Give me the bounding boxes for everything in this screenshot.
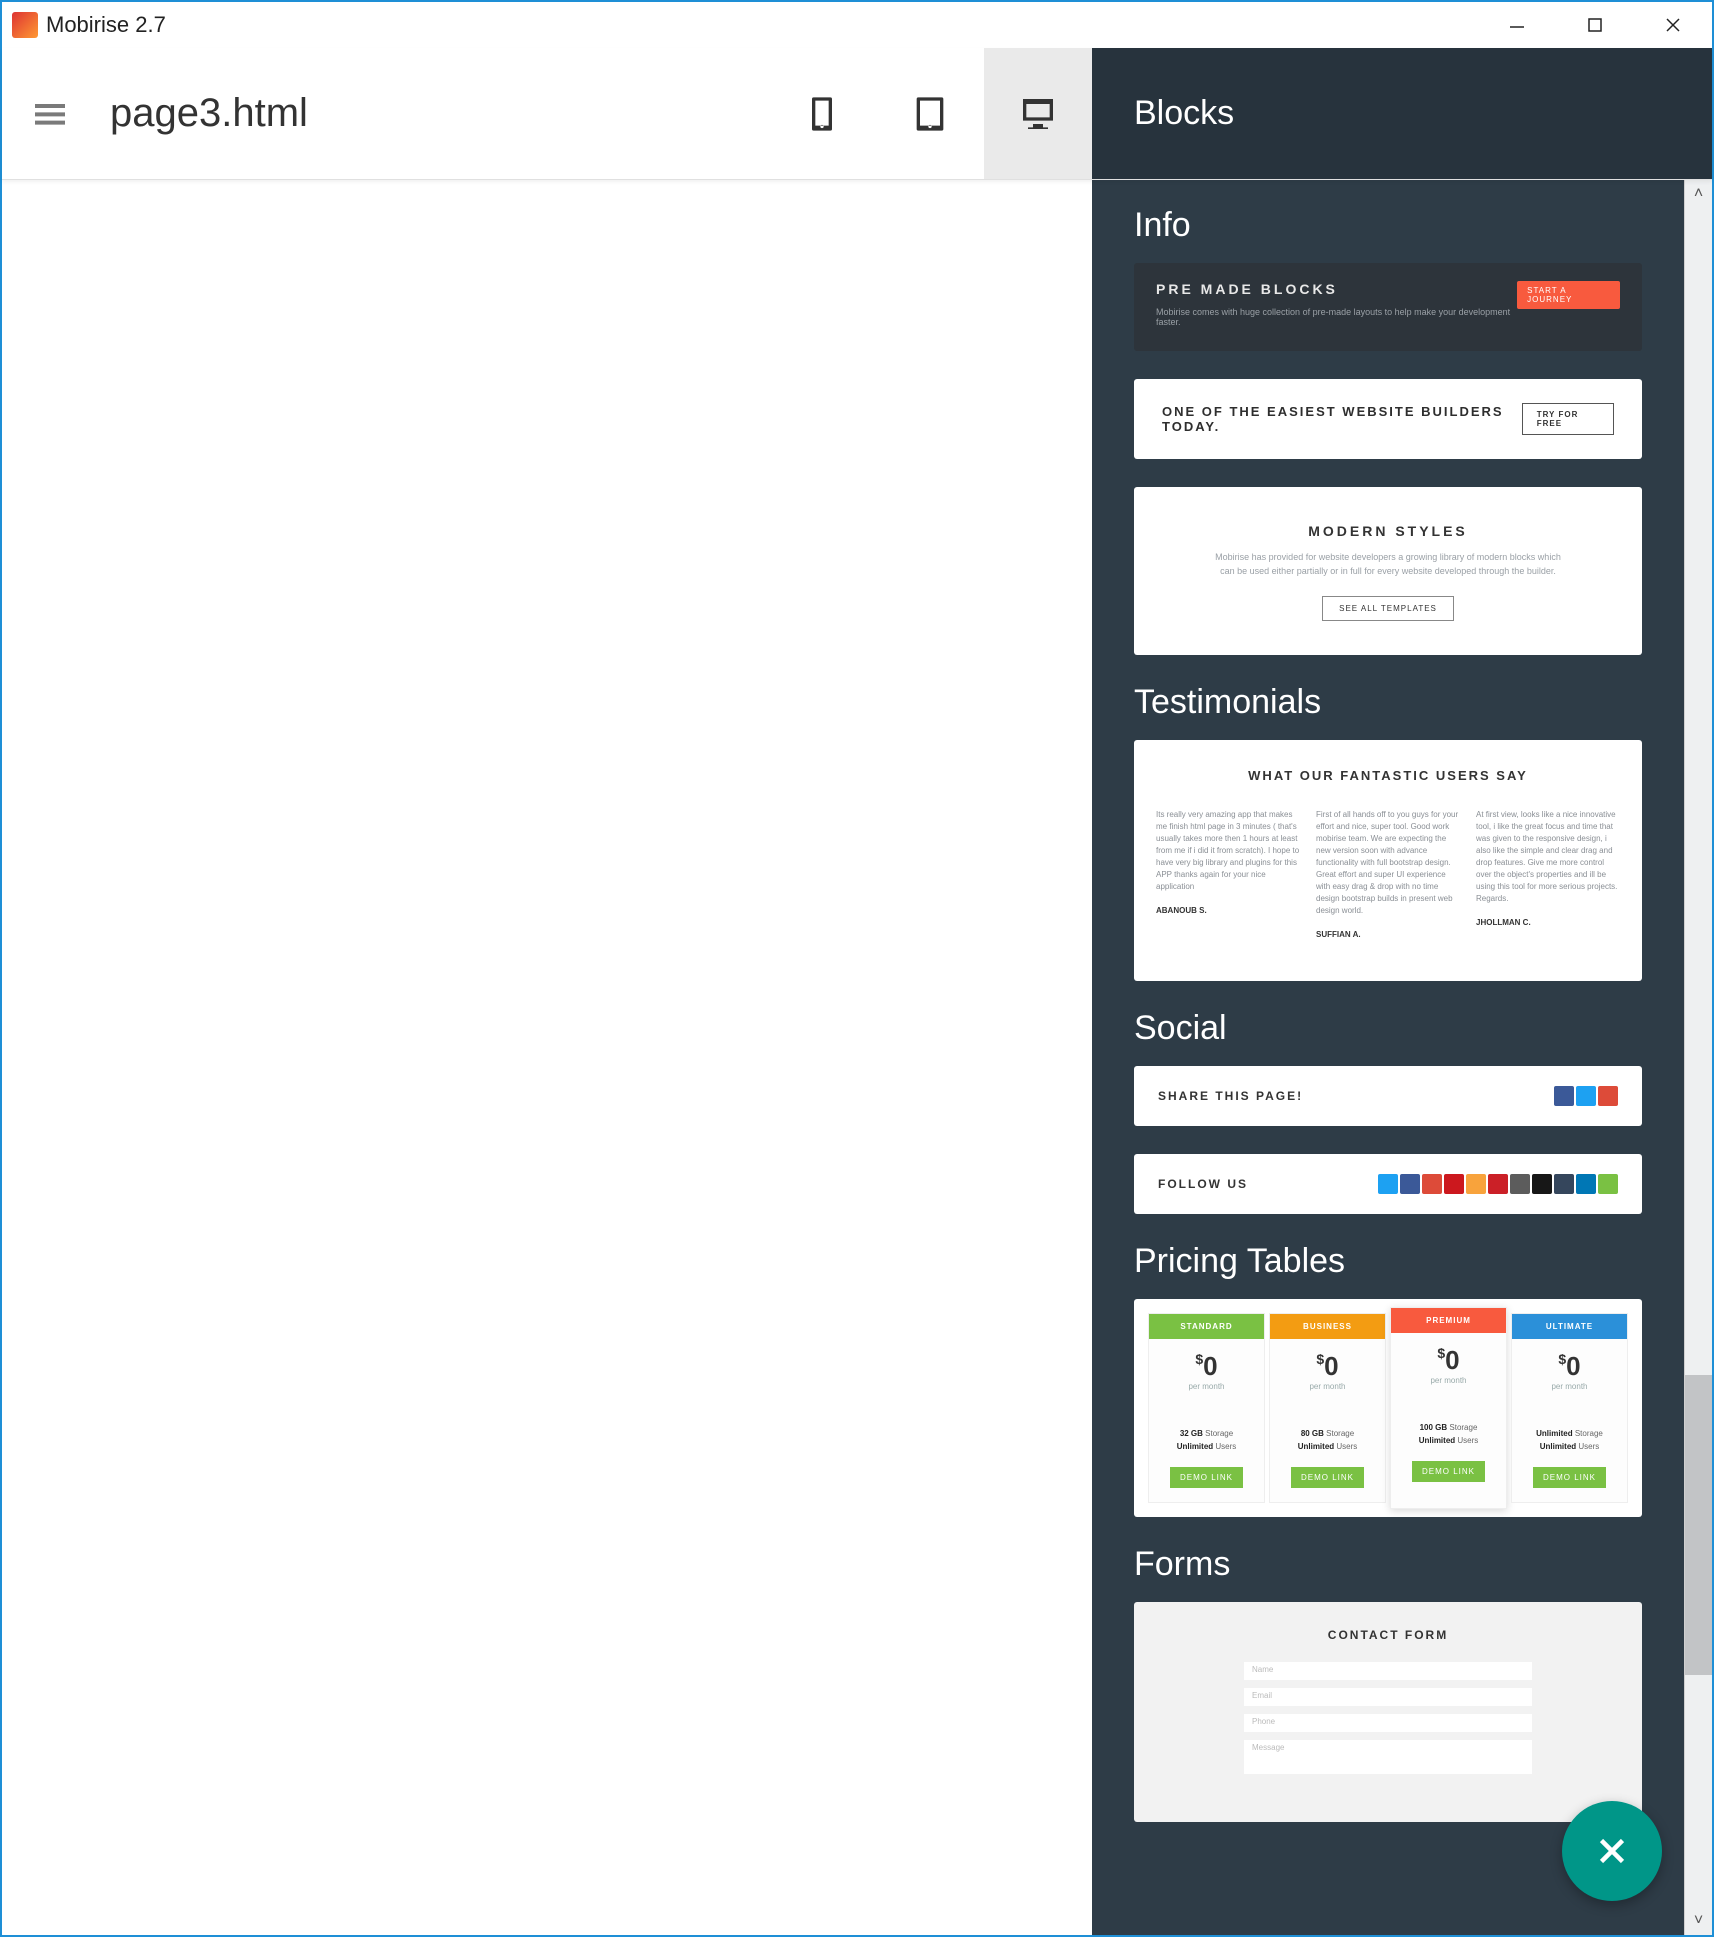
app-icon	[12, 12, 38, 38]
testimonial-2: First of all hands off to you guys for y…	[1316, 809, 1460, 941]
pricing-plan: ULTIMATE$0per monthUnlimited StorageUnli…	[1511, 1313, 1628, 1503]
main-area: Info PRE MADE BLOCKS Mobirise comes with…	[2, 180, 1712, 1935]
section-title-forms: Forms	[1134, 1545, 1642, 1584]
block-info-1[interactable]: PRE MADE BLOCKS Mobirise comes with huge…	[1134, 263, 1642, 351]
page-name[interactable]: page3.html	[110, 91, 308, 136]
plan-name: BUSINESS	[1270, 1314, 1385, 1339]
social-icon	[1400, 1174, 1420, 1194]
social-icon	[1576, 1086, 1596, 1106]
block-info-3[interactable]: MODERN STYLES Mobirise has provided for …	[1134, 487, 1642, 655]
scrollbar-up-icon[interactable]: ˄	[1685, 180, 1712, 208]
blocks-scroll-wrap: Info PRE MADE BLOCKS Mobirise comes with…	[1092, 180, 1712, 1935]
testimonial-3: At first view, looks like a nice innovat…	[1476, 809, 1620, 941]
pricing-plan: STANDARD$0per month32 GB StorageUnlimite…	[1148, 1313, 1265, 1503]
window-title: Mobirise 2.7	[46, 12, 166, 38]
social-icon	[1488, 1174, 1508, 1194]
block-contact-form[interactable]: CONTACT FORM	[1134, 1602, 1642, 1822]
form-field	[1244, 1740, 1532, 1774]
info3-button: SEE ALL TEMPLATES	[1322, 596, 1454, 621]
info1-button: START A JOURNEY	[1517, 281, 1620, 309]
info1-subtext: Mobirise comes with huge collection of p…	[1156, 307, 1517, 327]
share-label: SHARE THIS PAGE!	[1158, 1089, 1303, 1103]
plan-button: DEMO LINK	[1412, 1461, 1485, 1482]
social-icon	[1598, 1174, 1618, 1194]
close-icon	[1594, 1833, 1630, 1869]
share-icons	[1554, 1086, 1618, 1106]
social-icon	[1576, 1174, 1596, 1194]
plan-price: $0	[1195, 1351, 1217, 1382]
window-maximize-button[interactable]	[1556, 2, 1634, 48]
social-icon	[1554, 1086, 1574, 1106]
device-mobile-button[interactable]	[768, 48, 876, 179]
top-toolbar: page3.html Blocks	[2, 48, 1712, 180]
info1-heading: PRE MADE BLOCKS	[1156, 281, 1517, 297]
block-social-follow[interactable]: FOLLOW US	[1134, 1154, 1642, 1214]
social-icon	[1598, 1086, 1618, 1106]
window-minimize-button[interactable]	[1478, 2, 1556, 48]
blocks-panel: Info PRE MADE BLOCKS Mobirise comes with…	[1092, 180, 1712, 1935]
blocks-header: Blocks	[1092, 48, 1712, 179]
social-icon	[1466, 1174, 1486, 1194]
social-icon	[1510, 1174, 1530, 1194]
form-field	[1244, 1688, 1532, 1706]
scrollbar-down-icon[interactable]: ˅	[1685, 1907, 1712, 1935]
blocks-panel-title: Blocks	[1134, 94, 1234, 133]
plan-name: ULTIMATE	[1512, 1314, 1627, 1339]
blocks-scroll[interactable]: Info PRE MADE BLOCKS Mobirise comes with…	[1092, 180, 1684, 1935]
device-desktop-button[interactable]	[984, 48, 1092, 179]
device-tablet-button[interactable]	[876, 48, 984, 179]
form-heading: CONTACT FORM	[1244, 1628, 1532, 1642]
blocks-scrollbar[interactable]: ˄ ˅	[1684, 180, 1712, 1935]
scrollbar-thumb[interactable]	[1685, 1375, 1712, 1675]
block-pricing[interactable]: STANDARD$0per month32 GB StorageUnlimite…	[1134, 1299, 1642, 1517]
testimonial-1: Its really very amazing app that makes m…	[1156, 809, 1300, 941]
plan-period: per month	[1188, 1382, 1224, 1391]
info2-button: TRY FOR FREE	[1522, 403, 1614, 435]
form-field	[1244, 1714, 1532, 1732]
plan-price: $0	[1437, 1345, 1459, 1376]
plan-period: per month	[1551, 1382, 1587, 1391]
follow-label: FOLLOW US	[1158, 1177, 1248, 1191]
device-preview-group	[768, 48, 1092, 179]
close-panel-fab[interactable]	[1562, 1801, 1662, 1901]
plan-period: per month	[1309, 1382, 1345, 1391]
plan-button: DEMO LINK	[1533, 1467, 1606, 1488]
plan-button: DEMO LINK	[1291, 1467, 1364, 1488]
window-controls	[1478, 2, 1712, 48]
window-close-button[interactable]	[1634, 2, 1712, 48]
info3-heading: MODERN STYLES	[1214, 523, 1562, 539]
window-titlebar: Mobirise 2.7	[0, 0, 1714, 48]
social-icon	[1444, 1174, 1464, 1194]
hamburger-menu-button[interactable]	[30, 94, 70, 134]
block-info-2[interactable]: ONE OF THE EASIEST WEBSITE BUILDERS TODA…	[1134, 379, 1642, 459]
plan-name: STANDARD	[1149, 1314, 1264, 1339]
info2-heading: ONE OF THE EASIEST WEBSITE BUILDERS TODA…	[1162, 404, 1522, 434]
plan-price: $0	[1558, 1351, 1580, 1382]
follow-icons	[1378, 1174, 1618, 1194]
page-canvas[interactable]	[2, 180, 1092, 1935]
social-icon	[1378, 1174, 1398, 1194]
plan-button: DEMO LINK	[1170, 1467, 1243, 1488]
form-field	[1244, 1662, 1532, 1680]
section-title-info: Info	[1134, 206, 1642, 245]
app-body: page3.html Blocks Info	[0, 48, 1714, 1937]
social-icon	[1554, 1174, 1574, 1194]
pricing-plan: PREMIUM$0per month100 GB StorageUnlimite…	[1390, 1307, 1507, 1509]
plan-price: $0	[1316, 1351, 1338, 1382]
section-title-pricing: Pricing Tables	[1134, 1242, 1642, 1281]
info3-body: Mobirise has provided for website develo…	[1214, 551, 1562, 578]
pricing-plan: BUSINESS$0per month80 GB StorageUnlimite…	[1269, 1313, 1386, 1503]
testimonials-heading: WHAT OUR FANTASTIC USERS SAY	[1156, 768, 1620, 783]
plan-name: PREMIUM	[1391, 1308, 1506, 1333]
testimonials-columns: Its really very amazing app that makes m…	[1156, 809, 1620, 941]
block-social-share[interactable]: SHARE THIS PAGE!	[1134, 1066, 1642, 1126]
section-title-testimonials: Testimonials	[1134, 683, 1642, 722]
social-icon	[1422, 1174, 1442, 1194]
section-title-social: Social	[1134, 1009, 1642, 1048]
block-testimonials[interactable]: WHAT OUR FANTASTIC USERS SAY Its really …	[1134, 740, 1642, 981]
social-icon	[1532, 1174, 1552, 1194]
plan-period: per month	[1430, 1376, 1466, 1385]
